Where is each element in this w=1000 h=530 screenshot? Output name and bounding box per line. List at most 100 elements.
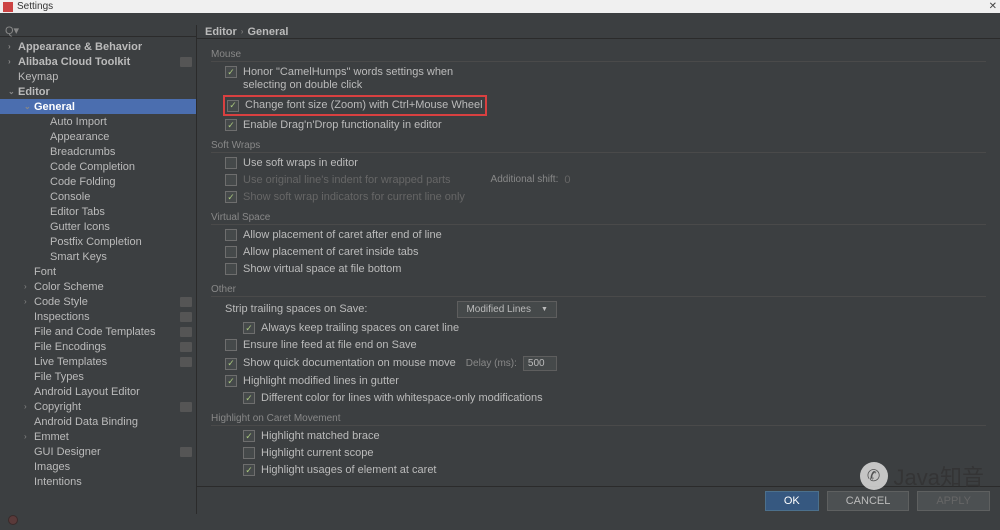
tree-item[interactable]: Code Folding: [0, 174, 196, 189]
checkbox-dnd[interactable]: [225, 119, 237, 131]
project-scope-icon: [180, 327, 192, 337]
tree-item[interactable]: File Types: [0, 369, 196, 384]
tree-item-label: Code Folding: [50, 176, 196, 188]
tree-item[interactable]: File Encodings: [0, 339, 196, 354]
checkbox-caret-insidetabs[interactable]: [225, 246, 237, 258]
project-scope-icon: [180, 447, 192, 457]
tree-item[interactable]: Images: [0, 459, 196, 474]
checkbox-wrapindicators[interactable]: [225, 191, 237, 203]
wechat-icon: ✆: [860, 462, 888, 490]
tree-arrow-icon: ›: [24, 432, 34, 441]
checkbox-diffcolor[interactable]: [243, 392, 255, 404]
checkbox-quickdoc[interactable]: [225, 358, 237, 370]
tree-item-label: File Encodings: [34, 341, 180, 353]
tree-arrow-icon: ›: [8, 42, 18, 51]
tree-item-label: GUI Designer: [34, 446, 180, 458]
checkbox-keepcaret[interactable]: [243, 322, 255, 334]
checkbox-linefeed[interactable]: [225, 339, 237, 351]
apply-button[interactable]: APPLY: [917, 491, 990, 511]
watermark: ✆ Java知音: [860, 460, 984, 492]
checkbox-scope[interactable]: [243, 447, 255, 459]
checkbox-caret-afterend[interactable]: [225, 229, 237, 241]
settings-content: Mouse Honor "CamelHumps" words settings …: [197, 39, 1000, 486]
tree-item[interactable]: Inspections: [0, 309, 196, 324]
tree-item-label: Editor: [18, 86, 196, 98]
tree-item[interactable]: Breadcrumbs: [0, 144, 196, 159]
section-softwraps: Soft Wraps: [211, 140, 986, 153]
section-other: Other: [211, 284, 986, 297]
tree-item[interactable]: ›Code Style: [0, 294, 196, 309]
app-icon: [3, 2, 13, 12]
tree-item[interactable]: ›Color Scheme: [0, 279, 196, 294]
settings-tree: ›Appearance & Behavior›Alibaba Cloud Too…: [0, 37, 196, 514]
tree-item-label: Font: [34, 266, 196, 278]
close-icon[interactable]: ✕: [989, 1, 997, 12]
checkbox-vspace-bottom[interactable]: [225, 263, 237, 275]
tree-item[interactable]: ›Emmet: [0, 429, 196, 444]
checkbox-zoom[interactable]: [227, 100, 239, 112]
tree-item[interactable]: Appearance: [0, 129, 196, 144]
tree-item[interactable]: ›Appearance & Behavior: [0, 39, 196, 54]
section-vspace: Virtual Space: [211, 212, 986, 225]
tree-item-label: Color Scheme: [34, 281, 196, 293]
ok-button[interactable]: OK: [765, 491, 819, 511]
tree-item[interactable]: Auto Import: [0, 114, 196, 129]
tree-arrow-icon: ›: [24, 282, 34, 291]
status-indicator[interactable]: [8, 515, 18, 525]
tree-item[interactable]: Console: [0, 189, 196, 204]
tree-item[interactable]: File and Code Templates: [0, 324, 196, 339]
tree-item[interactable]: Font: [0, 264, 196, 279]
tree-item-label: File and Code Templates: [34, 326, 180, 338]
tree-item-label: General: [34, 101, 196, 113]
tree-item[interactable]: Postfix Completion: [0, 234, 196, 249]
cancel-button[interactable]: CANCEL: [827, 491, 910, 511]
tree-item-label: Keymap: [18, 71, 196, 83]
tree-arrow-icon: ›: [24, 402, 34, 411]
tree-item-label: Postfix Completion: [50, 236, 196, 248]
project-scope-icon: [180, 57, 192, 67]
tree-item-label: Breadcrumbs: [50, 146, 196, 158]
strip-select[interactable]: Modified Lines ▼: [457, 301, 556, 318]
tree-item-label: Android Data Binding: [34, 416, 196, 428]
highlighted-option: Change font size (Zoom) with Ctrl+Mouse …: [223, 95, 487, 116]
checkbox-highlightmod[interactable]: [225, 375, 237, 387]
checkbox-brace[interactable]: [243, 430, 255, 442]
search-input[interactable]: Q▾: [0, 25, 196, 37]
checkbox-softwrap[interactable]: [225, 157, 237, 169]
tree-item[interactable]: ›Alibaba Cloud Toolkit: [0, 54, 196, 69]
section-caret: Highlight on Caret Movement: [211, 413, 986, 426]
tree-item[interactable]: Intentions: [0, 474, 196, 489]
tree-item[interactable]: ›Copyright: [0, 399, 196, 414]
window-title: Settings: [17, 1, 53, 12]
tree-item[interactable]: Android Data Binding: [0, 414, 196, 429]
tree-item[interactable]: GUI Designer: [0, 444, 196, 459]
tree-item-label: Android Layout Editor: [34, 386, 196, 398]
tree-item-label: Smart Keys: [50, 251, 196, 263]
tree-item[interactable]: ⌄Editor: [0, 84, 196, 99]
tree-arrow-icon: ›: [24, 297, 34, 306]
tree-item-label: Appearance: [50, 131, 196, 143]
checkbox-usages[interactable]: [243, 464, 255, 476]
project-scope-icon: [180, 312, 192, 322]
menu-strip: [0, 13, 1000, 25]
tree-item[interactable]: ⌄General: [0, 99, 196, 114]
tree-item-label: Code Completion: [50, 161, 196, 173]
tree-item[interactable]: Smart Keys: [0, 249, 196, 264]
tree-item-label: Intentions: [34, 476, 196, 488]
tree-item-label: Inspections: [34, 311, 180, 323]
tree-item[interactable]: Code Completion: [0, 159, 196, 174]
project-scope-icon: [180, 357, 192, 367]
tree-item[interactable]: Keymap: [0, 69, 196, 84]
project-scope-icon: [180, 402, 192, 412]
tree-item[interactable]: Android Layout Editor: [0, 384, 196, 399]
sidebar: Q▾ ›Appearance & Behavior›Alibaba Cloud …: [0, 25, 197, 514]
checkbox-camelhumps[interactable]: [225, 66, 237, 78]
tree-item[interactable]: Editor Tabs: [0, 204, 196, 219]
delay-input[interactable]: [523, 356, 557, 371]
tree-item[interactable]: Gutter Icons: [0, 219, 196, 234]
tree-arrow-icon: ›: [8, 57, 18, 66]
tree-item[interactable]: Live Templates: [0, 354, 196, 369]
tree-arrow-icon: ⌄: [24, 102, 34, 111]
tree-item-label: Editor Tabs: [50, 206, 196, 218]
tree-item-label: File Types: [34, 371, 196, 383]
